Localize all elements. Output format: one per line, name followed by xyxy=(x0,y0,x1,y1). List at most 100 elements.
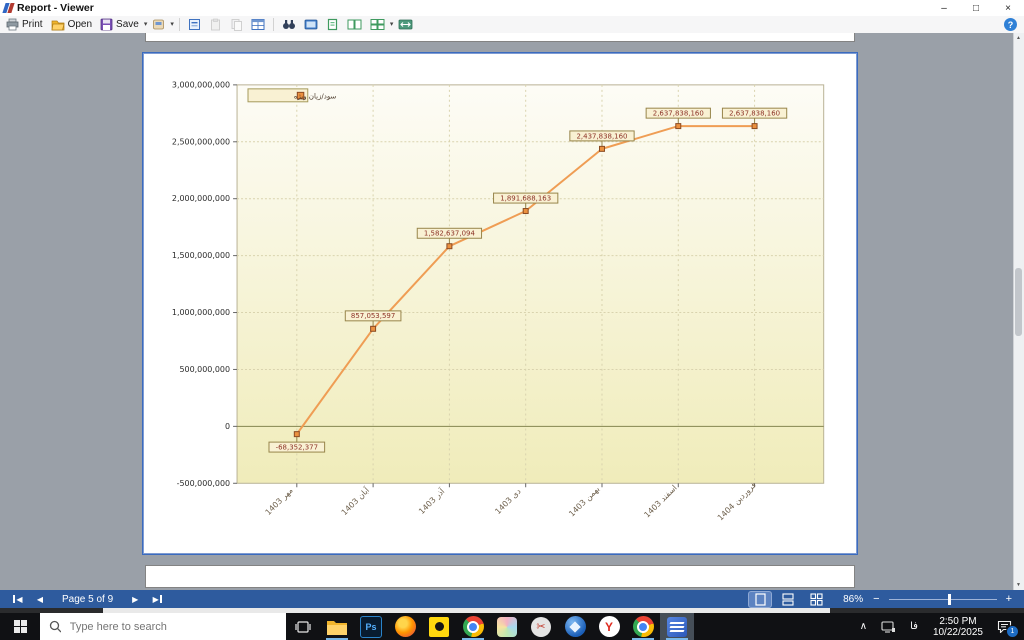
previous-page-button[interactable]: ◀ xyxy=(30,591,50,607)
continuous-mode-button[interactable] xyxy=(777,592,799,607)
next-page-icon: ▶ xyxy=(132,594,139,604)
save-icon xyxy=(100,18,113,31)
toolbar: Print Open Save ▾ ▾ ▾ ? xyxy=(0,16,1024,34)
svg-text:3,000,000,000: 3,000,000,000 xyxy=(172,80,230,89)
maximize-button[interactable]: □ xyxy=(960,0,992,16)
open-button[interactable]: Open xyxy=(48,17,95,32)
table-icon xyxy=(251,19,265,30)
zoom-control: − + xyxy=(873,593,1012,605)
minimize-button[interactable]: – xyxy=(928,0,960,16)
binoculars-icon xyxy=(282,20,295,29)
send-email-button[interactable] xyxy=(149,17,168,32)
svg-text:1,000,000,000: 1,000,000,000 xyxy=(172,308,230,317)
one-page-view-button[interactable] xyxy=(323,17,342,32)
first-page-bar-icon xyxy=(13,595,16,603)
first-page-button[interactable]: ◀ xyxy=(8,591,28,607)
chrome-icon-2[interactable] xyxy=(626,613,660,640)
status-bar: ◀ ◀ Page 5 of 9 ▶ ▶ 86% − + xyxy=(0,590,1024,608)
taskbar-clock[interactable]: 2:50 PM 10/22/2025 xyxy=(925,616,991,638)
zoom-in-button[interactable]: + xyxy=(1006,593,1012,605)
last-page-bar-icon xyxy=(159,595,162,603)
svg-text:اسفند 1403: اسفند 1403 xyxy=(642,483,678,519)
vertical-scroll-thumb[interactable] xyxy=(1015,268,1022,336)
svg-text:0: 0 xyxy=(225,422,230,431)
svg-text:-500,000,000: -500,000,000 xyxy=(177,479,230,488)
copy-page-button[interactable] xyxy=(227,17,246,32)
next-page-edge xyxy=(145,565,855,588)
svg-text:2,637,838,160: 2,637,838,160 xyxy=(653,110,704,118)
task-view-button[interactable] xyxy=(286,613,320,640)
vertical-scrollbar[interactable]: ▲ ▼ xyxy=(1013,33,1024,590)
page-width-button[interactable] xyxy=(395,17,416,32)
multiple-pages-mode-icon xyxy=(810,592,823,606)
svg-text:1,891,688,163: 1,891,688,163 xyxy=(500,194,551,202)
last-page-button[interactable]: ▶ xyxy=(147,591,167,607)
folder-icon xyxy=(327,620,347,635)
svg-text:آذر 1403: آذر 1403 xyxy=(416,486,447,517)
multiple-pages-mode-button[interactable] xyxy=(805,592,827,607)
title-bar: Report - Viewer – □ × xyxy=(0,0,1024,16)
view-mode-dropdown-button[interactable]: ▾ xyxy=(390,21,394,28)
tray-chevron-icon[interactable]: ∧ xyxy=(853,613,874,640)
single-page-mode-icon xyxy=(755,592,766,606)
svg-text:500,000,000: 500,000,000 xyxy=(179,365,230,374)
one-page-icon xyxy=(327,18,337,31)
taskbar-search[interactable] xyxy=(40,613,286,640)
media-player-icon[interactable] xyxy=(422,613,456,640)
send-dropdown-button[interactable]: ▾ xyxy=(170,21,174,28)
svg-text:2,500,000,000: 2,500,000,000 xyxy=(172,137,230,146)
toolbar-separator xyxy=(178,18,180,31)
multi-page-view-button[interactable] xyxy=(367,17,388,32)
previous-page-icon: ◀ xyxy=(36,594,44,604)
file-explorer-icon[interactable] xyxy=(320,613,354,640)
svg-text:2,437,838,160: 2,437,838,160 xyxy=(576,132,627,140)
action-center-button[interactable]: 1 xyxy=(991,613,1024,640)
notification-badge: 1 xyxy=(1006,625,1019,638)
report-viewport[interactable]: 3,000,000,000 2,500,000,000 2,000,000,000 1… xyxy=(0,33,1024,590)
parameters-button[interactable] xyxy=(185,17,204,32)
zoom-slider-thumb[interactable] xyxy=(947,593,951,605)
search-input[interactable] xyxy=(67,619,277,634)
svg-text:مهر 1403: مهر 1403 xyxy=(264,486,295,517)
help-button[interactable]: ? xyxy=(1004,18,1017,31)
yandex-browser-icon[interactable]: Y xyxy=(592,613,626,640)
start-button[interactable] xyxy=(0,613,40,640)
save-dropdown-button[interactable]: ▾ xyxy=(144,21,148,28)
scroll-down-arrow-icon[interactable]: ▼ xyxy=(1014,580,1023,590)
close-button[interactable]: × xyxy=(992,0,1024,16)
svg-text:2,000,000,000: 2,000,000,000 xyxy=(172,194,230,203)
page-editor-button[interactable] xyxy=(248,17,268,32)
find-button[interactable] xyxy=(279,17,299,32)
app-window: Report - Viewer – □ × Print Open Save ▾ … xyxy=(0,0,1024,640)
report-viewer-app-icon[interactable] xyxy=(660,613,694,640)
multi-page-icon xyxy=(370,19,385,30)
save-button[interactable]: Save xyxy=(97,17,142,32)
photoshop-icon[interactable]: Ps xyxy=(354,613,388,640)
two-page-view-button[interactable] xyxy=(344,17,365,32)
network-icon[interactable] xyxy=(874,613,903,640)
downloader-app-icon[interactable] xyxy=(558,613,592,640)
next-page-button[interactable]: ▶ xyxy=(125,591,145,607)
clock-time: 2:50 PM xyxy=(939,615,977,627)
scroll-up-arrow-icon[interactable]: ▲ xyxy=(1014,33,1023,43)
printer-icon xyxy=(6,18,19,31)
clipboard-button[interactable] xyxy=(206,17,225,32)
firefox-icon[interactable] xyxy=(388,613,422,640)
page-indicator: Page 5 of 9 xyxy=(62,593,114,605)
save-label: Save xyxy=(116,19,139,30)
language-indicator[interactable]: فا xyxy=(903,613,925,640)
full-screen-button[interactable] xyxy=(301,17,321,32)
single-page-mode-button[interactable] xyxy=(749,591,772,607)
two-page-icon xyxy=(347,19,362,30)
svg-text:857,053,597: 857,053,597 xyxy=(351,312,395,320)
print-button[interactable]: Print xyxy=(3,17,46,32)
previous-page-edge xyxy=(145,33,855,42)
chrome-icon[interactable] xyxy=(456,613,490,640)
snipping-tool-icon[interactable]: ✂ xyxy=(524,613,558,640)
windows-logo-icon xyxy=(13,620,27,633)
zoom-slider[interactable] xyxy=(888,593,997,605)
svg-text:1,500,000,000: 1,500,000,000 xyxy=(172,251,230,260)
last-page-icon: ▶ xyxy=(152,594,159,604)
zoom-out-button[interactable]: − xyxy=(873,593,879,605)
photos-icon[interactable] xyxy=(490,613,524,640)
